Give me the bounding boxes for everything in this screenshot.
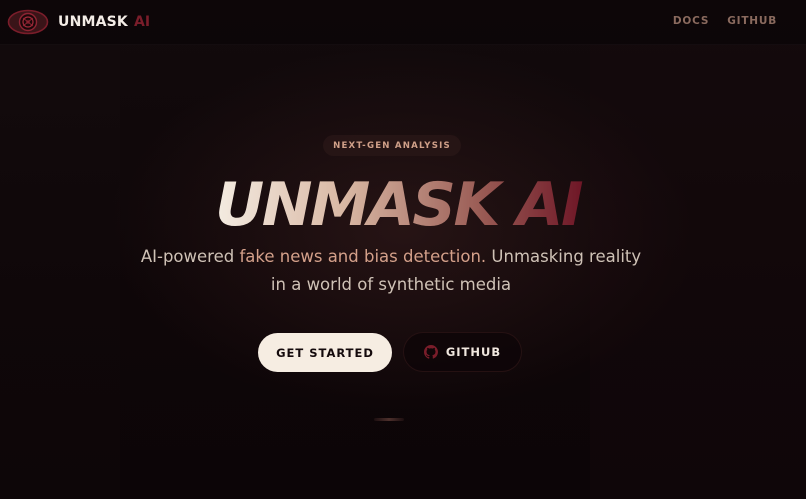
hero-badge: NEXT-GEN ANALYSIS [323,135,461,156]
github-button-label: GITHUB [445,345,502,359]
brand-logo[interactable]: UNMASK AI [7,7,150,37]
github-icon [423,345,438,359]
nav-github-link[interactable]: GITHUB [727,15,777,27]
get-started-button[interactable]: GET STARTED [258,333,392,372]
github-button[interactable]: GITHUB [403,332,522,372]
subtitle-highlight: fake news and bias detection. [239,247,487,266]
hero-subtitle: AI-powered fake news and bias detection.… [140,243,642,299]
background-panel [0,44,120,499]
top-navigation-bar: UNMASK AI DOCS GITHUB [0,0,806,45]
scroll-indicator [374,418,404,421]
subtitle-text: AI-powered [140,247,240,266]
eye-icon [7,9,49,35]
main-nav: DOCS GITHUB [673,15,777,27]
brand-name: UNMASK [58,14,128,30]
hero-title-text: UNMASK AI [215,170,583,240]
brand-accent: AI [133,14,151,30]
hero-title: UNMASK AI [208,163,588,243]
nav-docs-link[interactable]: DOCS [673,15,709,27]
